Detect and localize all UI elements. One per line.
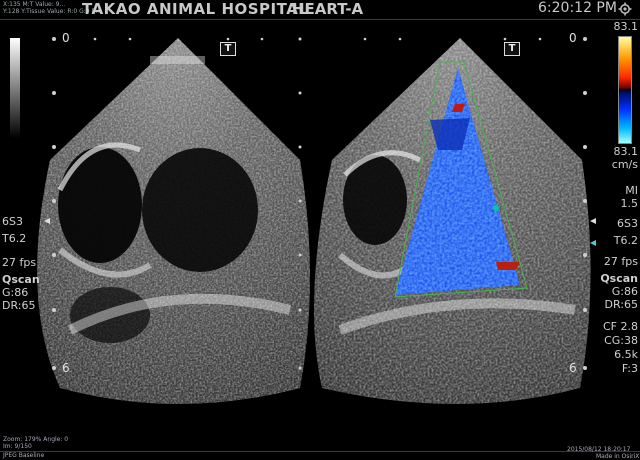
velocity-scale-top: 83.1	[613, 20, 639, 33]
right-gain: G:86	[611, 285, 638, 298]
zoom-angle-info: Zoom: 179% Angle: 0	[3, 436, 69, 443]
filter-value: F:3	[621, 362, 638, 375]
mi-value: 1.5	[620, 197, 639, 210]
left-dynamic-range: DR:65	[2, 299, 36, 312]
left-probe: 6S3	[2, 215, 23, 228]
right-mode: Qscan	[600, 272, 638, 285]
left-mode: Qscan	[2, 273, 40, 286]
image-count: Im: 9/150	[3, 443, 32, 450]
grayscale-bar	[10, 38, 20, 138]
color-focus-marker[interactable]	[590, 240, 596, 246]
compression-info: JPEG Baseline	[3, 452, 45, 459]
cf-frequency: CF 2.8	[603, 320, 638, 333]
mi-label: MI	[625, 184, 638, 197]
left-gain: G:86	[2, 286, 29, 299]
footer-divider	[0, 451, 640, 452]
made-in-label: Made in OsiriX	[596, 453, 640, 460]
left-depth-bottom: 6	[62, 361, 70, 375]
left-tissue-freq: T6.2	[2, 232, 27, 245]
left-fps: 27 fps	[2, 256, 37, 269]
ultrasound-image-area	[37, 37, 596, 404]
right-depth-bottom: 6	[569, 361, 577, 375]
velocity-scale-bottom: 83.1	[613, 145, 639, 158]
right-focus-marker[interactable]	[590, 218, 596, 224]
right-dynamic-range: DR:65	[604, 298, 638, 311]
right-orientation-marker: T	[504, 42, 520, 56]
velocity-scale-unit: cm/s	[611, 158, 638, 171]
left-orientation-marker: T	[220, 42, 236, 56]
right-fps: 27 fps	[603, 255, 638, 268]
right-tissue-freq: T6.2	[613, 234, 638, 247]
left-bmode-sector[interactable]	[37, 38, 311, 404]
color-velocity-bar	[618, 36, 632, 144]
prf-value: 6.5k	[614, 348, 638, 361]
right-probe: 6S3	[617, 217, 638, 230]
study-datetime: 2015/08/12 18:20:17	[567, 446, 631, 453]
left-depth-top: 0	[62, 31, 70, 45]
right-depth-top: 0	[569, 31, 577, 45]
lateral-scale-dots	[93, 37, 542, 41]
color-gain: CG:38	[604, 334, 638, 347]
